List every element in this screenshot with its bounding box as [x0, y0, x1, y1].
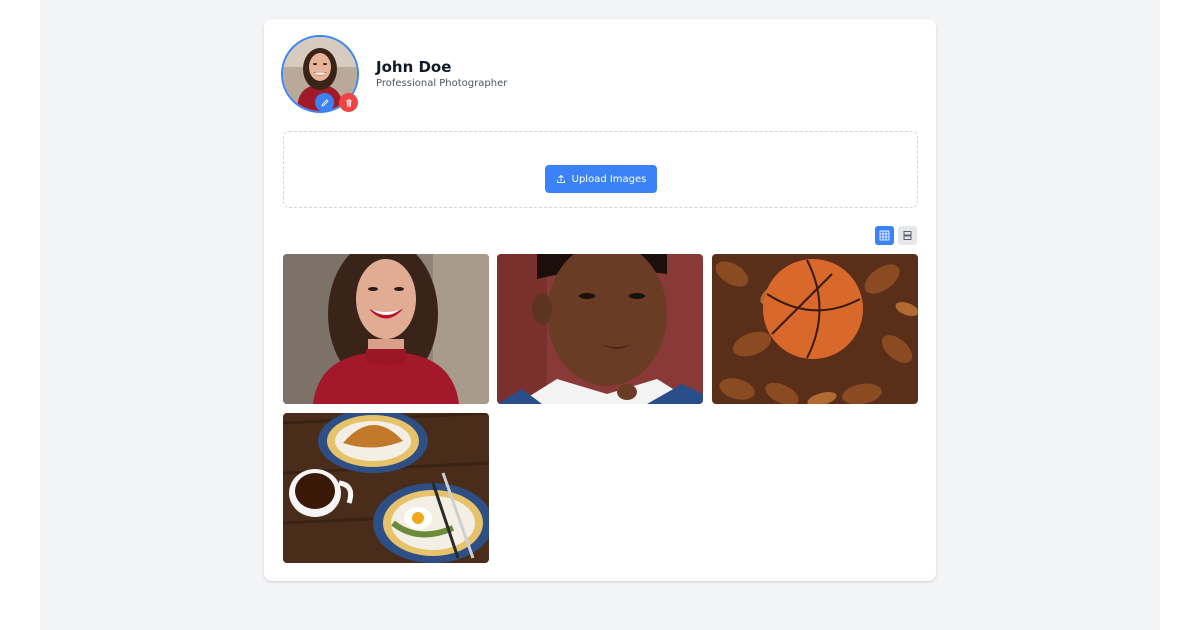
gallery-image[interactable]: [283, 254, 489, 404]
upload-dropzone[interactable]: Upload Images: [283, 131, 918, 208]
gallery-image[interactable]: [712, 254, 918, 404]
edit-avatar-button[interactable]: [315, 93, 334, 112]
trash-icon: [346, 99, 351, 107]
profile-name: John Doe: [376, 58, 452, 76]
upload-button-label: Upload Images: [571, 173, 647, 185]
portrait-woman-photo: [497, 254, 703, 404]
avatar-container: [281, 35, 359, 113]
pencil-icon: [321, 99, 328, 106]
basketball-leaves-photo: [712, 254, 918, 404]
gallery-image[interactable]: [283, 413, 489, 563]
profile-card: John Doe Professional Photographer Uploa…: [264, 19, 936, 581]
grid-icon: [879, 230, 890, 241]
woman-red-sweater-photo: [283, 254, 489, 404]
upload-images-button[interactable]: Upload Images: [545, 165, 657, 193]
upload-icon: [556, 174, 565, 183]
profile-title: Professional Photographer: [376, 78, 508, 89]
grid-view-button[interactable]: [875, 226, 894, 245]
list-icon: [903, 231, 912, 240]
delete-avatar-button[interactable]: [339, 93, 358, 112]
breakfast-table-photo: [283, 413, 489, 563]
list-view-button[interactable]: [898, 226, 917, 245]
gallery-image[interactable]: [497, 254, 703, 404]
